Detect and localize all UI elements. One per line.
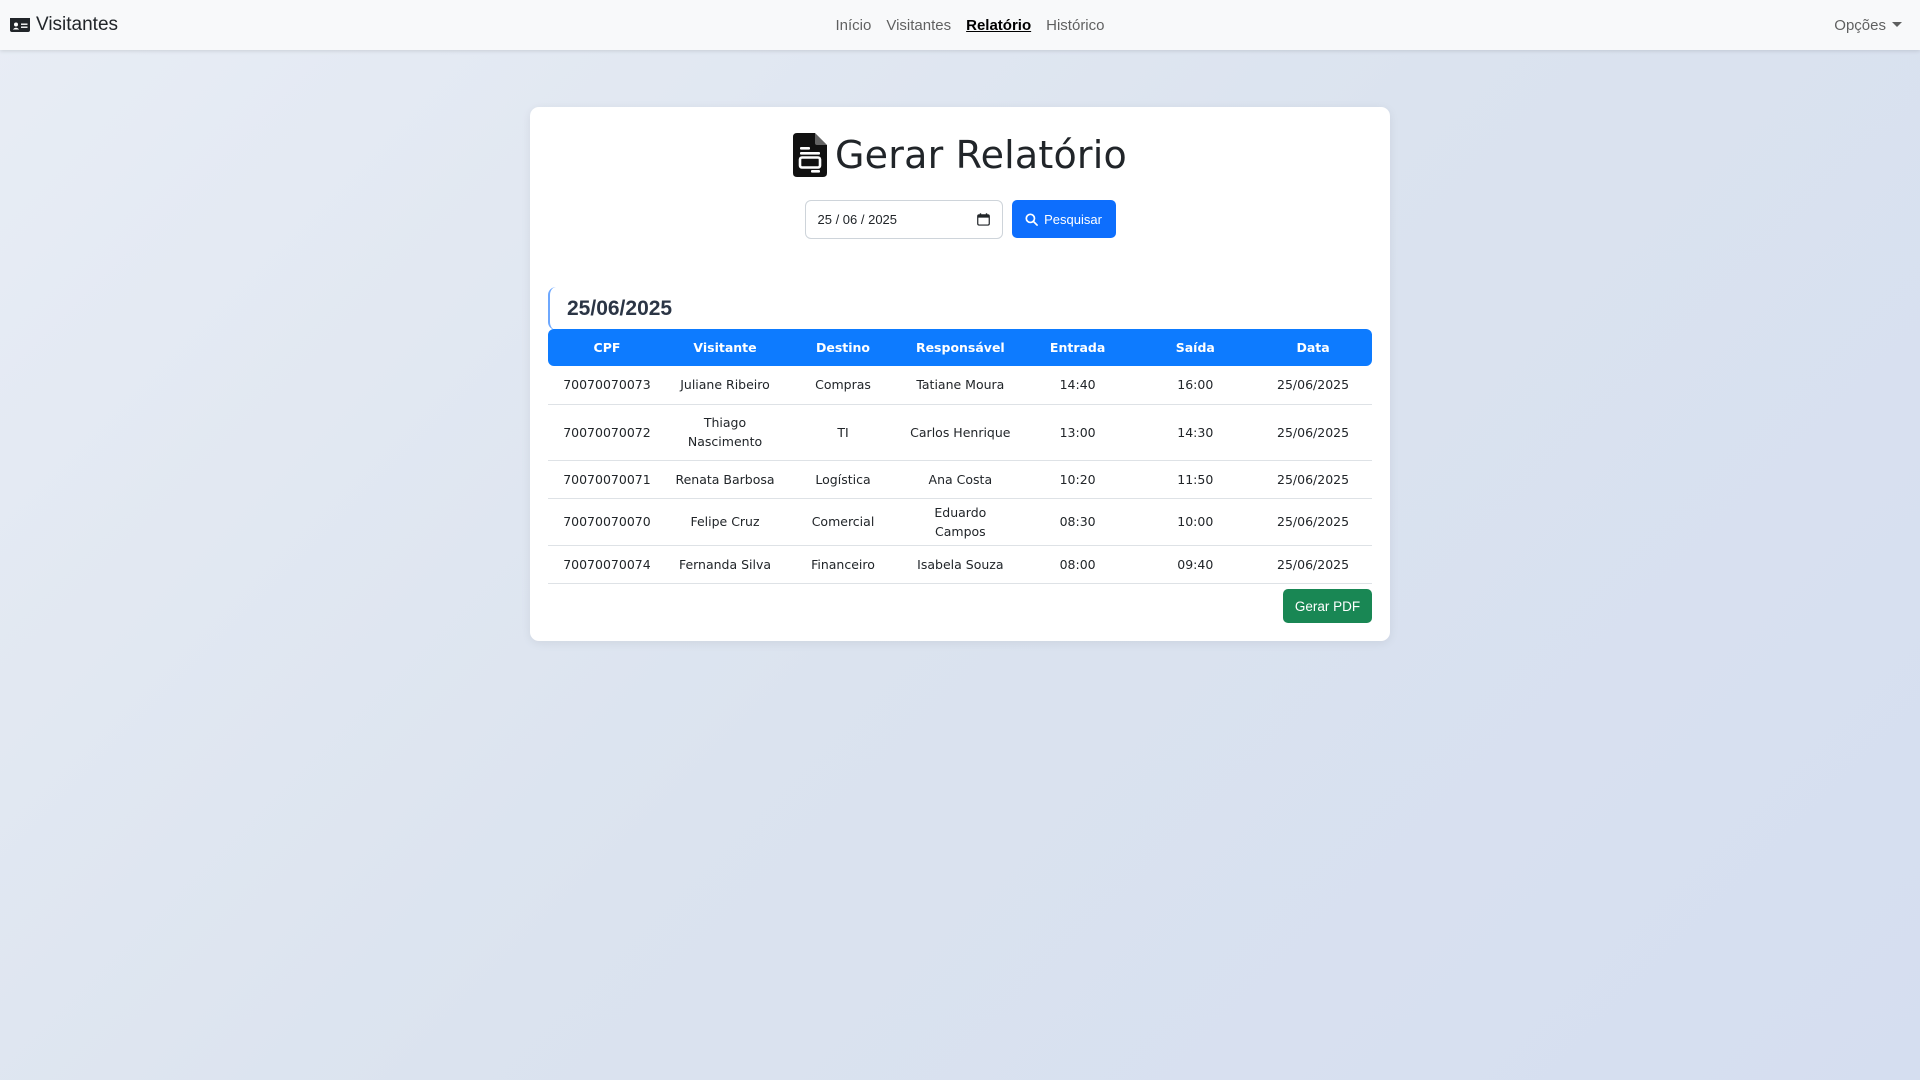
cell-data: 25/06/2025 — [1254, 460, 1372, 499]
nav-links: Início Visitantes Relatório Histórico — [0, 0, 1920, 50]
cell-cpf: 70070070070 — [548, 498, 666, 546]
cell-saida: 09:40 — [1136, 545, 1255, 584]
cell-saida: 16:00 — [1136, 366, 1255, 405]
cell-data: 25/06/2025 — [1254, 545, 1372, 584]
cell-entrada: 13:00 — [1018, 404, 1137, 461]
cell-saida: 14:30 — [1136, 404, 1255, 461]
column-header-saida: Saída — [1136, 329, 1255, 366]
search-button-label: Pesquisar — [1044, 211, 1102, 227]
cell-saida: 11:50 — [1136, 460, 1255, 499]
cell-data: 25/06/2025 — [1254, 366, 1372, 405]
navbar: Visitantes Início Visitantes Relatório H… — [0, 0, 1920, 50]
cell-data: 25/06/2025 — [1254, 498, 1372, 546]
cell-destino: TI — [784, 404, 902, 461]
cell-visitante: Juliane Ribeiro — [665, 366, 785, 405]
search-button[interactable]: Pesquisar — [1011, 200, 1116, 238]
page-title: Gerar Relatório — [530, 127, 1390, 183]
cell-visitante: Fernanda Silva — [665, 545, 785, 584]
column-header-cpf: CPF — [548, 329, 666, 366]
page-title-text: Gerar Relatório — [835, 133, 1127, 177]
cell-entrada: 08:30 — [1018, 498, 1137, 546]
cell-destino: Financeiro — [784, 545, 902, 584]
cell-visitante: Renata Barbosa — [665, 460, 785, 499]
table-row: 70070070071 Renata Barbosa Logística Ana… — [548, 460, 1372, 499]
generate-pdf-button[interactable]: Gerar PDF — [1283, 589, 1372, 623]
calendar-icon[interactable] — [976, 212, 990, 226]
cell-cpf: 70070070071 — [548, 460, 666, 499]
caret-down-icon — [1892, 21, 1902, 27]
report-card: Gerar Relatório 25 / 06 / 2025 Pesquisar… — [530, 107, 1390, 641]
report-date-heading: 25/06/2025 — [548, 287, 748, 330]
cell-cpf: 70070070073 — [548, 366, 666, 405]
nav-link-historico[interactable]: Histórico — [1046, 17, 1104, 34]
cell-entrada: 08:00 — [1018, 545, 1137, 584]
nav-link-relatorio[interactable]: Relatório — [966, 17, 1031, 34]
table-row: 70070070070 Felipe Cruz Comercial Eduard… — [548, 498, 1372, 546]
cell-entrada: 10:20 — [1018, 460, 1137, 499]
options-dropdown[interactable]: Opções — [1834, 0, 1902, 50]
column-header-responsavel: Responsável — [901, 329, 1019, 366]
cell-responsavel: Carlos Henrique — [901, 404, 1019, 461]
search-row: 25 / 06 / 2025 Pesquisar — [530, 199, 1390, 239]
cell-responsavel: Eduardo Campos — [901, 498, 1019, 546]
cell-responsavel: Isabela Souza — [901, 545, 1019, 584]
search-icon — [1025, 212, 1039, 226]
date-input[interactable]: 25 / 06 / 2025 — [804, 199, 1003, 239]
cell-visitante: Thiago Nascimento — [665, 404, 785, 461]
cell-visitante: Felipe Cruz — [665, 498, 785, 546]
column-header-visitante: Visitante — [665, 329, 785, 366]
nav-link-inicio[interactable]: Início — [836, 17, 872, 34]
cell-destino: Compras — [784, 366, 902, 405]
table-row: 70070070072 Thiago Nascimento TI Carlos … — [548, 404, 1372, 461]
options-label: Opções — [1834, 16, 1886, 34]
cell-cpf: 70070070072 — [548, 404, 666, 461]
table-row: 70070070074 Fernanda Silva Financeiro Is… — [548, 545, 1372, 584]
column-header-data: Data — [1254, 329, 1372, 366]
cell-saida: 10:00 — [1136, 498, 1255, 546]
cell-data: 25/06/2025 — [1254, 404, 1372, 461]
cell-destino: Comercial — [784, 498, 902, 546]
cell-cpf: 70070070074 — [548, 545, 666, 584]
file-document-icon — [793, 133, 828, 177]
table-row: 70070070073 Juliane Ribeiro Compras Tati… — [548, 366, 1372, 405]
table-header-row: CPF Visitante Destino Responsável Entrad… — [548, 329, 1372, 366]
date-input-value: 25 / 06 / 2025 — [817, 211, 898, 227]
cell-responsavel: Tatiane Moura — [901, 366, 1019, 405]
column-header-destino: Destino — [784, 329, 902, 366]
nav-link-visitantes[interactable]: Visitantes — [886, 17, 951, 34]
report-table: CPF Visitante Destino Responsável Entrad… — [548, 329, 1372, 584]
cell-responsavel: Ana Costa — [901, 460, 1019, 499]
cell-entrada: 14:40 — [1018, 366, 1137, 405]
cell-destino: Logística — [784, 460, 902, 499]
column-header-entrada: Entrada — [1018, 329, 1137, 366]
